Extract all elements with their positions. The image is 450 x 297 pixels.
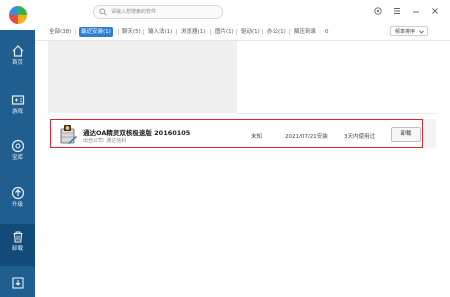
oa-app-icon xyxy=(60,125,77,144)
tab-chat[interactable]: 聊天(5) xyxy=(122,27,141,37)
tab-divider xyxy=(75,29,76,35)
tab-divider xyxy=(143,29,144,35)
tab-divider xyxy=(210,29,211,35)
sidebar-item-label: 卸载 xyxy=(11,246,23,252)
search-box[interactable]: 请输入想搜索的软件 xyxy=(93,5,223,19)
tab-input-method[interactable]: 输入法(1) xyxy=(148,27,172,37)
sort-dropdown[interactable]: 频率排序 xyxy=(390,26,428,36)
app-size: 未知 xyxy=(251,134,263,140)
tab-archive[interactable]: 解压刻录 xyxy=(294,27,316,37)
sidebar-item-games[interactable]: 游戏 xyxy=(0,87,35,132)
tab-divider xyxy=(176,29,177,35)
usage-frequency: 3天内使用过 xyxy=(344,134,375,140)
row-scroll-area xyxy=(424,119,436,148)
search-icon xyxy=(99,8,107,16)
tab-divider xyxy=(262,29,263,35)
sidebar-item-label: 首页 xyxy=(11,60,23,66)
logo-icon xyxy=(8,6,27,24)
tab-all[interactable]: 全部(38) xyxy=(49,27,71,37)
settings-icon[interactable] xyxy=(373,6,383,16)
tab-divider xyxy=(289,29,290,35)
app-name: 通达OA精灵双核极速版 20160105 xyxy=(83,129,191,137)
tab-divider xyxy=(236,29,237,35)
software-row[interactable]: 通达OA精灵双核极速版 20160105 出自公司: 通达信科 未知 2021/… xyxy=(50,119,423,148)
tab-count: 0 xyxy=(325,29,329,35)
sidebar-item-label: 升级 xyxy=(11,202,23,208)
minimize-icon[interactable] xyxy=(411,6,421,16)
info-panel xyxy=(237,41,437,114)
tab-image[interactable]: 图片(1) xyxy=(215,27,234,37)
upgrade-icon xyxy=(11,186,24,200)
sidebar-item-home[interactable]: 首页 xyxy=(0,38,35,83)
install-date: 2021/07/21安装 xyxy=(285,134,328,140)
search-input[interactable]: 请输入想搜索的软件 xyxy=(111,8,156,15)
menu-icon[interactable] xyxy=(392,6,402,16)
treasure-icon xyxy=(11,139,24,153)
tab-office[interactable]: 办公(1) xyxy=(267,27,286,37)
gamepad-icon xyxy=(11,95,24,105)
sidebar: 首页 游戏 宝库 升级 卸载 xyxy=(0,0,35,297)
app-logo xyxy=(0,0,35,30)
uninstall-button[interactable]: 卸载 xyxy=(391,127,421,142)
top-bar: 请输入想搜索的软件 xyxy=(35,0,450,24)
sidebar-item-label: 宝库 xyxy=(11,155,23,161)
home-icon xyxy=(12,45,23,57)
sort-label: 频率排序 xyxy=(395,29,416,35)
app-publisher: 出自公司: 通达信科 xyxy=(83,138,127,144)
tab-browser[interactable]: 浏览器(1) xyxy=(181,27,205,37)
category-tabs: 全部(38) 最近安装(1) 聊天(5) 输入法(1) 浏览器(1) 图片(1)… xyxy=(35,24,450,41)
trash-icon xyxy=(13,231,22,243)
chevron-down-icon xyxy=(419,30,424,34)
close-icon[interactable] xyxy=(430,6,440,16)
tab-divider xyxy=(118,29,119,35)
sidebar-item-download[interactable] xyxy=(0,270,35,297)
download-icon xyxy=(11,277,24,289)
sidebar-item-uninstall[interactable]: 卸载 xyxy=(0,224,35,266)
sidebar-item-upgrade[interactable]: 升级 xyxy=(0,180,35,225)
banner-placeholder xyxy=(48,41,237,113)
sidebar-item-treasure[interactable]: 宝库 xyxy=(0,133,35,178)
tab-driver[interactable]: 驱动(1) xyxy=(241,27,260,37)
tab-recent[interactable]: 最近安装(1) xyxy=(79,27,113,37)
sidebar-item-label: 游戏 xyxy=(11,109,23,115)
